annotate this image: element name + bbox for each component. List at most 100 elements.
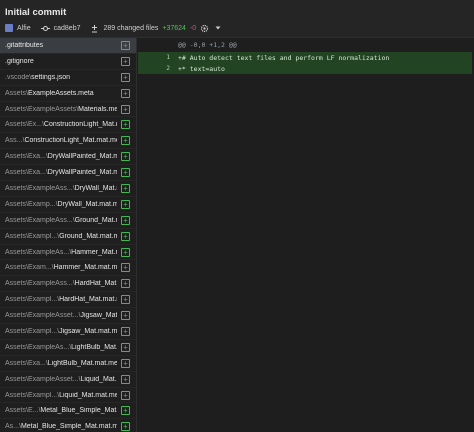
file-added-icon: + [121, 88, 130, 98]
file-path: Assets\ExampleAss...\HardHat_Mat.mat [5, 280, 117, 287]
commit-sha[interactable]: cad8eb7 [54, 25, 81, 32]
file-added-icon: + [121, 295, 130, 305]
file-row[interactable]: Assets\Examp...\DryWall_Mat.mat.meta + [0, 197, 136, 213]
file-added-icon: + [121, 199, 130, 209]
file-row[interactable]: Assets\Exa...\LightBulb_Mat.mat.meta + [0, 356, 136, 372]
file-added-icon: + [121, 168, 130, 178]
file-row[interactable]: .gitattributes + [0, 38, 136, 54]
chevron-down-icon[interactable] [213, 24, 222, 33]
file-path: Assets\Examp...\DryWall_Mat.mat.meta [5, 201, 117, 208]
file-added-icon: + [121, 422, 130, 432]
file-row[interactable]: Assets\ExampleAs...\LightBulb_Mat.mat + [0, 340, 136, 356]
file-path: Assets\Exampl...\Ground_Mat.mat.meta [5, 233, 117, 240]
commit-title: Initial commit [5, 7, 67, 18]
commit-icon [40, 24, 50, 33]
file-name: .gitignore [5, 57, 34, 65]
file-name: DryWall_Mat.mat [74, 184, 117, 192]
file-path: Assets\ExampleAss...\DryWall_Mat.mat [5, 185, 117, 192]
file-row[interactable]: Assets\ExampleAss...\DryWall_Mat.mat + [0, 181, 136, 197]
file-row[interactable]: Assets\Exa...\DryWallPainted_Mat.mat + [0, 149, 136, 166]
file-path-prefix: Assets\ [5, 89, 28, 97]
file-path: Assets\E...\Metal_Blue_Simple_Mat.mat [5, 407, 117, 414]
line-number: 1 [166, 54, 170, 61]
file-added-icon: + [121, 358, 130, 368]
file-name: Jigsaw_Mat.mat [80, 312, 117, 320]
file-path: Assets\Exampl...\Jigsaw_Mat.mat.meta [5, 328, 117, 335]
file-name: LightBulb_Mat.mat [71, 343, 117, 351]
file-added-icon: + [121, 406, 130, 416]
file-row[interactable]: Assets\Exa...\DryWallPainted_Mat.mat.met… [0, 165, 136, 182]
file-name: Ground_Mat.mat.meta [59, 232, 117, 240]
file-path-prefix: Assets\Exampl...\ [5, 296, 60, 304]
file-name: LightBulb_Mat.mat.meta [47, 359, 117, 367]
file-name: HardHat_Mat.mat [74, 280, 117, 288]
file-path: Assets\Ex...\ConstructionLight_Mat.mat [5, 121, 117, 128]
file-path-prefix: As...\ [5, 423, 21, 431]
file-path: Assets\ExampleAssets\Materials.meta [5, 106, 117, 113]
file-name: Liquid_Mat.mat.meta [59, 391, 117, 399]
diff-line-added: 2 +* text=auto [138, 63, 472, 74]
file-path: Assets\ExampleAss...\Ground_Mat.mat [5, 217, 117, 224]
file-path-prefix: Assets\Exa...\ [5, 359, 48, 367]
file-name: Jigsaw_Mat.mat.meta [59, 327, 117, 335]
commit-author: Alfie [17, 24, 31, 32]
file-row[interactable]: Assets\ExampleAsset...\Liquid_Mat.mat + [0, 372, 136, 388]
additions-count: +37624 [162, 24, 186, 32]
file-added-icon: + [121, 263, 130, 273]
file-path-prefix: Assets\Exa...\ [5, 153, 48, 161]
file-row[interactable]: Assets\E...\Metal_Blue_Simple_Mat.mat + [0, 403, 136, 420]
file-row[interactable]: Assets\ExampleAsset...\Jigsaw_Mat.mat + [0, 308, 136, 325]
file-path: .gitignore [5, 58, 117, 65]
file-row[interactable]: Assets\ExampleAs...\Hammer_Mat.mat + [0, 245, 136, 261]
file-added-icon: + [121, 215, 130, 225]
file-name: Materials.meta [78, 105, 117, 113]
file-row[interactable]: .vscode\settings.json + [0, 70, 136, 86]
hunk-header: @@ -0,0 +1,2 @@ [138, 38, 474, 52]
file-row[interactable]: Assets\ExampleAss...\Ground_Mat.mat + [0, 213, 136, 229]
file-path-prefix: Assets\Examp...\ [5, 200, 58, 208]
file-added-icon: + [121, 374, 130, 384]
diff-lines: 1 +# Auto detect text files and perform L… [138, 52, 472, 74]
file-name: Metal_Blue_Simple_Mat.mat [40, 407, 117, 415]
file-row[interactable]: Assets\Exampl...\Jigsaw_Mat.mat.meta + [0, 324, 136, 340]
file-row[interactable]: Assets\Exampl...\HardHat_Mat.mat.meta + [0, 292, 136, 309]
file-name: Hammer_Mat.mat.meta [53, 264, 117, 272]
commit-meta: Alfie cad8eb7 289 changed files +37624 -… [5, 22, 222, 34]
file-name: Metal_Blue_Simple_Mat.mat.meta [20, 423, 117, 431]
file-path-prefix: Assets\ExampleAss...\ [5, 216, 75, 224]
file-name: DryWallPainted_Mat.mat.meta [47, 169, 117, 177]
file-added-icon: + [121, 279, 130, 289]
file-row[interactable]: Assets\ExampleAssets\Materials.meta + [0, 102, 136, 118]
file-added-icon: + [121, 184, 130, 194]
file-path-prefix: Assets\ExampleAss...\ [5, 280, 75, 288]
file-path: Assets\Exampl...\Liquid_Mat.mat.meta [5, 392, 117, 399]
file-added-icon: + [121, 120, 130, 130]
file-row[interactable]: Ass...\ConstructionLight_Mat.mat.meta + [0, 133, 136, 150]
file-row[interactable]: .gitignore + [0, 54, 136, 70]
file-name: DryWallPainted_Mat.mat [47, 153, 117, 161]
file-path-prefix: Assets\Ex...\ [5, 121, 44, 129]
file-path-prefix: Assets\Exampl...\ [5, 232, 60, 240]
file-added-icon: + [121, 311, 130, 321]
file-row[interactable]: Assets\Exam...\Hammer_Mat.mat.meta + [0, 260, 136, 277]
deletions-count: -0 [189, 24, 197, 32]
file-path-prefix: Assets\ExampleAsset...\ [5, 312, 81, 320]
line-number: 2 [166, 65, 170, 72]
file-row[interactable]: Assets\ExampleAssets.meta + [0, 86, 136, 102]
file-row[interactable]: Assets\Exampl...\Ground_Mat.mat.meta + [0, 229, 136, 245]
file-name: Liquid_Mat.mat [80, 375, 117, 383]
file-name: ConstructionLight_Mat.mat.meta [24, 137, 117, 145]
file-path: As...\Metal_Blue_Simple_Mat.mat.meta [5, 423, 117, 430]
file-name: ExampleAssets.meta [27, 89, 94, 97]
file-row[interactable]: Assets\Ex...\ConstructionLight_Mat.mat + [0, 117, 136, 134]
gear-icon[interactable] [200, 24, 209, 33]
file-added-icon: + [121, 390, 130, 400]
file-row[interactable]: Assets\ExampleAss...\HardHat_Mat.mat + [0, 276, 136, 293]
file-path: Assets\Exa...\DryWallPainted_Mat.mat [5, 153, 117, 160]
file-row[interactable]: Assets\Exampl...\Liquid_Mat.mat.meta + [0, 388, 136, 404]
file-row[interactable]: As...\Metal_Blue_Simple_Mat.mat.meta + [0, 419, 136, 432]
file-name: ConstructionLight_Mat.mat [43, 121, 117, 129]
line-code: +* text=auto [178, 64, 225, 73]
file-path: .gitattributes [5, 42, 117, 49]
line-code: +# Auto detect text files and perform LF… [178, 53, 390, 62]
